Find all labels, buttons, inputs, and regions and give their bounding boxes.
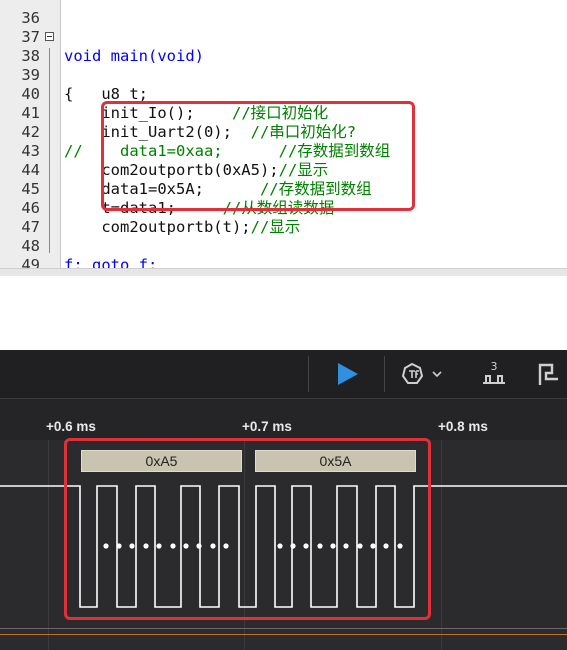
toolbar-separator	[384, 356, 385, 392]
code-highlight-box	[101, 101, 415, 211]
measure-button[interactable]: 3	[466, 350, 522, 398]
code-line[interactable]: 49 }	[0, 237, 567, 276]
code-line[interactable]: 36	[0, 0, 567, 27]
trigger-dropdown-button[interactable]	[394, 350, 452, 398]
svg-text:3: 3	[491, 360, 498, 373]
trigger-icon	[401, 362, 442, 384]
code-line[interactable]: 48 f: goto f;	[0, 218, 567, 274]
channel-divider	[0, 628, 567, 629]
play-button[interactable]	[318, 350, 376, 398]
time-ruler[interactable]: +0.6 ms +0.7 ms +0.8 ms	[0, 398, 567, 441]
horizontal-scrollbar[interactable]	[0, 268, 567, 276]
waveform-highlight-box	[64, 438, 431, 620]
code-editor[interactable]: 36 37 void main(void) 38 { 39 u8 t; 40 i…	[0, 0, 567, 276]
play-icon	[338, 363, 358, 385]
code-line[interactable]: 40 init_Io(); //接口初始化	[0, 66, 567, 122]
channel-marker-line	[0, 634, 567, 635]
code-line[interactable]: 39 u8 t;	[0, 47, 567, 103]
chevron-down-icon	[432, 371, 442, 378]
logic-analyzer-panel: 3 +0.6 ms +0.7 ms +0.8 ms 0xA5 0x5A	[0, 350, 567, 650]
measure-icon: 3	[483, 360, 505, 384]
sample-icon	[538, 363, 558, 385]
time-label: +0.7 ms	[242, 419, 292, 434]
fold-collapse-icon[interactable]	[45, 32, 54, 41]
time-label: +0.6 ms	[46, 419, 96, 434]
code-line[interactable]: 37 void main(void)	[0, 9, 567, 65]
toolbar-separator	[308, 356, 309, 392]
code-line[interactable]: 38 {	[0, 28, 567, 103]
analyzer-toolbar: 3	[0, 350, 567, 398]
sample-button[interactable]	[530, 350, 567, 398]
time-label: +0.8 ms	[438, 419, 488, 434]
